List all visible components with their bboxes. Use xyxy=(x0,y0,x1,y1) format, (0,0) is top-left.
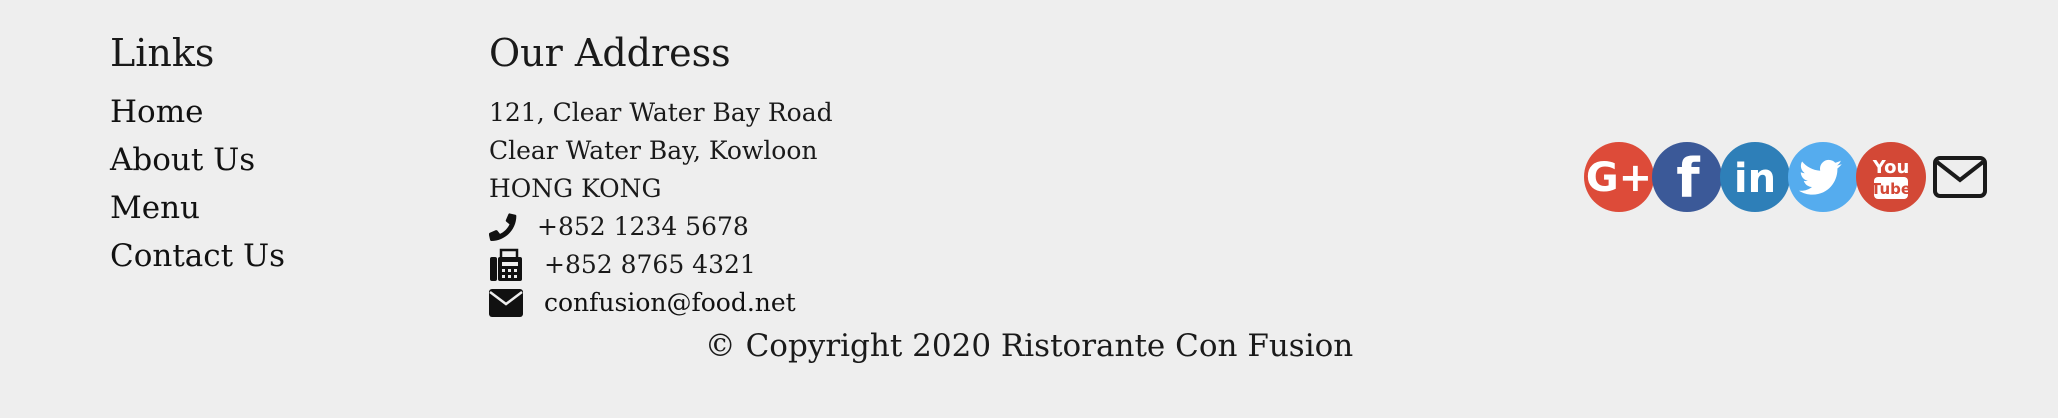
youtube-text-you: You xyxy=(1872,157,1910,178)
google-plus-text: G+ xyxy=(1586,155,1652,201)
address-line-2: Clear Water Bay, Kowloon xyxy=(489,136,818,165)
linkedin-button[interactable]: in xyxy=(1720,142,1790,212)
address-line-1: 121, Clear Water Bay Road xyxy=(489,98,833,127)
links-heading: Links xyxy=(110,31,215,75)
youtube-icon: You Tube xyxy=(1871,157,1911,199)
phone-icon xyxy=(489,213,537,241)
linkedin-text: in xyxy=(1734,156,1776,202)
contact-us-link[interactable]: Contact Us xyxy=(110,238,285,274)
list-item: Home xyxy=(110,88,285,136)
facebook-icon: f xyxy=(1676,147,1700,210)
links-section: Links Home About Us Menu Contact Us xyxy=(110,28,285,280)
address-section: Our Address 121, Clear Water Bay Road Cl… xyxy=(489,28,833,322)
email-row: confusion@food.net xyxy=(489,284,833,322)
email-button[interactable] xyxy=(1932,155,1988,199)
list-item: About Us xyxy=(110,136,285,184)
google-plus-icon: G+ xyxy=(1586,155,1652,201)
list-item: Contact Us xyxy=(110,232,285,280)
youtube-text-tube: Tube xyxy=(1871,180,1911,198)
email-link[interactable]: confusion@food.net xyxy=(544,284,796,322)
social-links: G+ f in You Tube xyxy=(1584,142,1988,212)
home-link[interactable]: Home xyxy=(110,94,203,130)
page-footer: Links Home About Us Menu Contact Us Our … xyxy=(0,0,2058,418)
fax-number: +852 8765 4321 xyxy=(544,250,756,279)
facebook-button[interactable]: f xyxy=(1652,142,1722,212)
about-us-link[interactable]: About Us xyxy=(110,142,255,178)
menu-link[interactable]: Menu xyxy=(110,190,200,226)
address-block: 121, Clear Water Bay Road Clear Water Ba… xyxy=(489,94,833,322)
links-list: Home About Us Menu Contact Us xyxy=(110,88,285,280)
linkedin-icon: in xyxy=(1734,156,1776,202)
phone-number: +852 1234 5678 xyxy=(537,212,749,241)
facebook-text: f xyxy=(1676,147,1700,210)
list-item: Menu xyxy=(110,184,285,232)
twitter-icon xyxy=(1799,159,1842,195)
copyright-text: © Copyright 2020 Ristorante Con Fusion xyxy=(704,328,1354,364)
address-line-3: HONG KONG xyxy=(489,174,662,203)
phone-row: +852 1234 5678 xyxy=(489,208,833,246)
fax-row: +852 8765 4321 xyxy=(489,246,833,284)
envelope-icon xyxy=(489,289,544,317)
address-heading: Our Address xyxy=(489,31,731,75)
fax-icon xyxy=(489,248,544,282)
google-plus-button[interactable]: G+ xyxy=(1584,142,1654,212)
youtube-button[interactable]: You Tube xyxy=(1856,142,1926,212)
twitter-button[interactable] xyxy=(1788,142,1858,212)
envelope-icon xyxy=(1933,156,1987,198)
